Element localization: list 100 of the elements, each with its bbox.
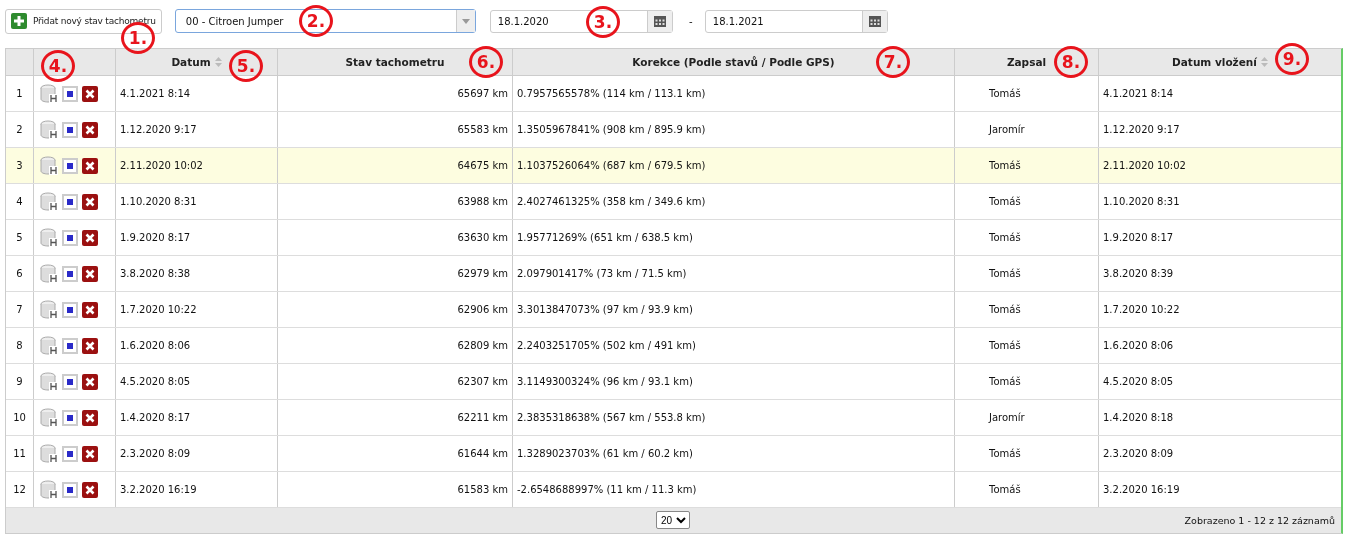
table-cell: 62809 km	[278, 328, 513, 363]
table-cell: 2.2403251705% (502 km / 491 km)	[513, 328, 955, 363]
delete-icon[interactable]	[82, 337, 98, 354]
plus-icon	[11, 13, 27, 29]
checkbox[interactable]	[62, 337, 78, 354]
table-cell-text: 2.11.2020 10:02	[1102, 159, 1187, 173]
table-cell-text: 2.3.2020 8:09	[1102, 447, 1175, 461]
checkbox[interactable]	[62, 445, 78, 462]
database-icon[interactable]	[40, 336, 58, 355]
checkbox[interactable]	[62, 229, 78, 246]
table-row[interactable]: 3 2.11.2020 10:02 64675 km 1.1037526064% (687 km / 679.5 km) Tomáš 2.11.2020 10:02	[6, 148, 1341, 184]
table-row[interactable]: 5 1.9.2020 8:17 63630 km 1.95771269% (651 km / 638.5 km) Tomáš 1.9.2020 8:17	[6, 220, 1341, 256]
table-cell-text: 1.4.2020 8:18	[1102, 411, 1175, 425]
table-cell: 62979 km	[278, 256, 513, 291]
table-row[interactable]: 7 1.7.2020 10:22 62906 km 3.3013847073% (97 km / 93.9 km) Tomáš 1.7.2020 10:22	[6, 292, 1341, 328]
date-to-field[interactable]: 18.1.2021	[704, 9, 888, 33]
table-cell-text: 1.7.2020 10:22	[1102, 303, 1181, 317]
table-cell: 1.6.2020 8:06	[116, 328, 278, 363]
table-row[interactable]: 6 3.8.2020 8:38 62979 km 2.097901417% (73 km / 71.5 km) Tomáš 3.8.2020 8:39	[6, 256, 1341, 292]
checkbox[interactable]	[62, 193, 78, 210]
checkbox[interactable]	[62, 157, 78, 174]
checkbox[interactable]	[62, 481, 78, 498]
table-cell: 63988 km	[278, 184, 513, 219]
checkbox[interactable]	[62, 373, 78, 390]
checkbox[interactable]	[62, 301, 78, 318]
database-icon[interactable]	[40, 300, 58, 319]
table-cell-text: 4.1.2021 8:14	[1102, 87, 1175, 101]
table-cell: 62211 km	[278, 400, 513, 435]
table-cell: 62906 km	[278, 292, 513, 327]
page-size-select[interactable]: 20	[656, 511, 690, 529]
table-cell: Tomáš	[955, 364, 1099, 399]
table-row[interactable]: 2 1.12.2020 9:17 65583 km 1.3505967841% (908 km / 895.9 km) Jaromír 1.12.2020 9:17	[6, 112, 1341, 148]
row-number: 9	[6, 364, 34, 399]
database-icon[interactable]	[40, 264, 58, 283]
delete-icon[interactable]	[82, 85, 98, 102]
table-cell: 2.097901417% (73 km / 71.5 km)	[513, 256, 955, 291]
table-cell: 4.5.2020 8:05	[116, 364, 278, 399]
table-cell: 3.8.2020 8:38	[116, 256, 278, 291]
table-cell: 2.11.2020 10:02	[116, 148, 278, 183]
table-row[interactable]: 8 1.6.2020 8:06 62809 km 2.2403251705% (502 km / 491 km) Tomáš 1.6.2020 8:06	[6, 328, 1341, 364]
record-count: Zobrazeno 1 - 12 z 12 záznamů	[1184, 515, 1336, 526]
checkbox[interactable]	[62, 121, 78, 138]
delete-icon[interactable]	[82, 409, 98, 426]
database-icon[interactable]	[40, 192, 58, 211]
row-number: 11	[6, 436, 34, 471]
delete-icon[interactable]	[82, 373, 98, 390]
database-icon[interactable]	[40, 372, 58, 391]
table-cell: 3.2.2020 16:19	[116, 472, 278, 507]
table-row[interactable]: 12 3.2.2020 16:19 61583 km -2.6548688997% (11 km / 11.3 km) Tomáš 3.2.2020 16:19	[6, 472, 1341, 508]
delete-icon[interactable]	[82, 265, 98, 282]
table-cell: 61644 km	[278, 436, 513, 471]
checkbox[interactable]	[62, 85, 78, 102]
table-row[interactable]: 11 2.3.2020 8:09 61644 km 1.3289023703% (61 km / 60.2 km) Tomáš 2.3.2020 8:09	[6, 436, 1341, 472]
table-cell: Tomáš	[955, 148, 1099, 183]
delete-icon[interactable]	[82, 157, 98, 174]
row-number: 12	[6, 472, 34, 507]
delete-icon[interactable]	[82, 445, 98, 462]
row-number: 8	[6, 328, 34, 363]
table-cell: 4.1.2021 8:14	[116, 76, 278, 111]
delete-icon[interactable]	[82, 121, 98, 138]
database-icon[interactable]	[40, 228, 58, 247]
table-row[interactable]: 4 1.10.2020 8:31 63988 km 2.4027461325% (358 km / 349.6 km) Tomáš 1.10.2020 8:31	[6, 184, 1341, 220]
table-cell: 65697 km	[278, 76, 513, 111]
delete-icon[interactable]	[82, 193, 98, 210]
database-icon[interactable]	[40, 120, 58, 139]
table-cell: Tomáš	[955, 184, 1099, 219]
table-cell: 1.10.2020 8:31	[116, 184, 278, 219]
table-cell-text: 1.12.2020 9:17	[1102, 123, 1181, 137]
delete-icon[interactable]	[82, 481, 98, 498]
database-icon[interactable]	[40, 156, 58, 175]
callout-number: 9.	[1275, 43, 1309, 75]
table-cell: Tomáš	[955, 436, 1099, 471]
table-row[interactable]: 10 1.4.2020 8:17 62211 km 2.3835318638% (567 km / 553.8 km) Jaromír 1.4.2020 8:18	[6, 400, 1341, 436]
table-cell: Tomáš	[955, 256, 1099, 291]
database-icon[interactable]	[40, 480, 58, 499]
table-cell: 3.1149300324% (96 km / 93.1 km)	[513, 364, 955, 399]
row-number: 3	[6, 148, 34, 183]
table-cell: 1.9.2020 8:17	[116, 220, 278, 255]
database-icon[interactable]	[40, 408, 58, 427]
row-number: 4	[6, 184, 34, 219]
row-number: 1	[6, 76, 34, 111]
row-number: 5	[6, 220, 34, 255]
table-row[interactable]: 1 4.1.2021 8:14 65697 km 0.7957565578% (114 km / 113.1 km) Tomáš 4.1.2021 8:14	[6, 76, 1341, 112]
table-cell: 0.7957565578% (114 km / 113.1 km)	[513, 76, 955, 111]
table-cell: 1.3505967841% (908 km / 895.9 km)	[513, 112, 955, 147]
table-cell: 61583 km	[278, 472, 513, 507]
callout-number: 5.	[229, 50, 263, 82]
delete-icon[interactable]	[82, 301, 98, 318]
table-cell: 2.3835318638% (567 km / 553.8 km)	[513, 400, 955, 435]
table-row[interactable]: 9 4.5.2020 8:05 62307 km 3.1149300324% (96 km / 93.1 km) Tomáš 4.5.2020 8:05	[6, 364, 1341, 400]
checkbox[interactable]	[62, 409, 78, 426]
row-number: 2	[6, 112, 34, 147]
table-cell: Tomáš	[955, 292, 1099, 327]
delete-icon[interactable]	[82, 229, 98, 246]
checkbox[interactable]	[62, 265, 78, 282]
table-cell: Tomáš	[955, 76, 1099, 111]
dropdown-arrow-icon	[461, 18, 470, 24]
database-icon[interactable]	[40, 84, 58, 103]
database-icon[interactable]	[40, 444, 58, 463]
date-separator: -	[687, 15, 694, 27]
